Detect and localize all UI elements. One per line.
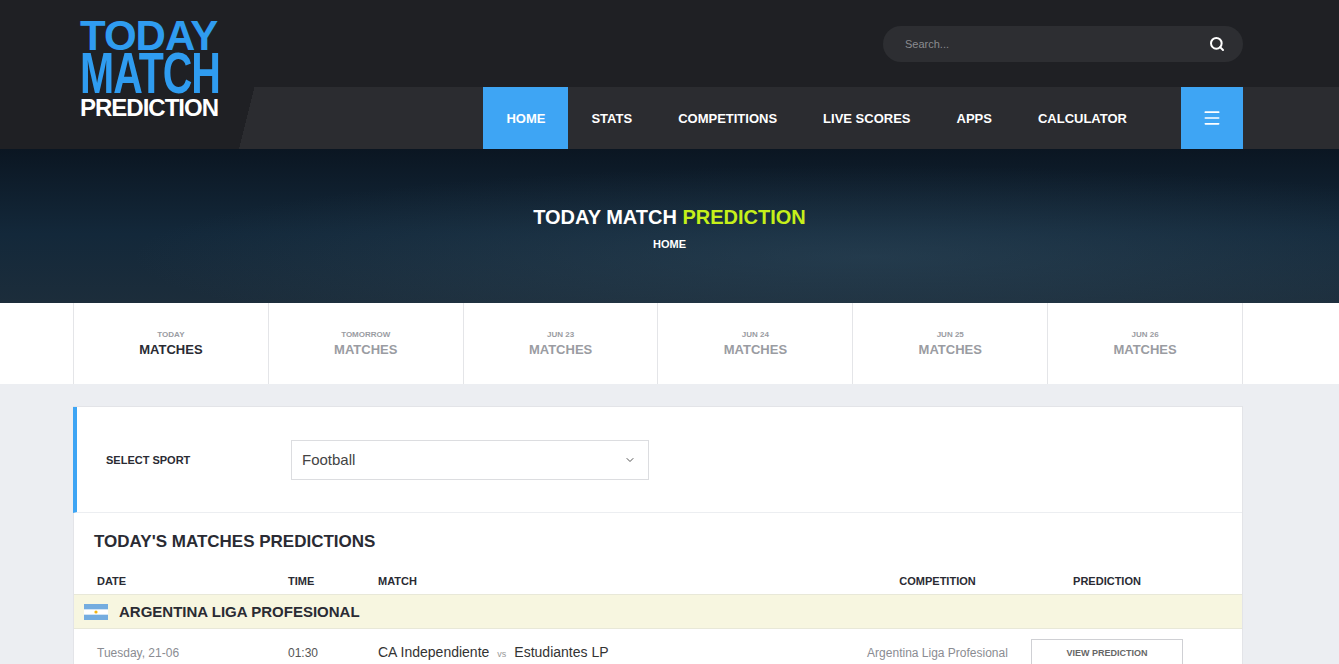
- search-box: [883, 26, 1243, 62]
- page: TODAYMATCHPREDICTIONHOMESTATSCOMPETITION…: [0, 0, 1339, 664]
- date-tab[interactable]: TODAYMATCHES: [73, 303, 268, 384]
- search-input[interactable]: [903, 37, 1209, 51]
- hero-banner: TODAY MATCH PREDICTION HOME: [0, 149, 1339, 303]
- date-tab[interactable]: JUN 26MATCHES: [1047, 303, 1242, 384]
- date-tab[interactable]: JUN 25MATCHES: [852, 303, 1047, 384]
- chevron-down-icon: [624, 454, 636, 466]
- column-header: MATCH: [378, 575, 860, 587]
- logo-text: TODAY: [80, 20, 273, 52]
- nav-item[interactable]: STATS: [568, 87, 655, 149]
- date-tab[interactable]: JUN 24MATCHES: [657, 303, 852, 384]
- nav-bar: HOMESTATSCOMPETITIONSLIVE SCORESAPPSCALC…: [273, 87, 1243, 149]
- sport-label: SELECT SPORT: [106, 454, 291, 466]
- hero-title: TODAY MATCH PREDICTION: [533, 206, 806, 229]
- column-header: TIME: [288, 575, 378, 587]
- time-cell: 01:30: [288, 639, 378, 660]
- column-header: PREDICTION: [1015, 575, 1199, 587]
- nav-item[interactable]: CALCULATOR: [1015, 87, 1150, 149]
- nav-item[interactable]: HOME: [483, 87, 568, 149]
- nav-item[interactable]: COMPETITIONS: [655, 87, 800, 149]
- competition-cell: Argentina Liga Profesional: [860, 639, 1015, 660]
- date-tab[interactable]: JUN 23MATCHES: [463, 303, 658, 384]
- table-header: DATETIMEMATCHCOMPETITIONPREDICTION: [74, 552, 1242, 594]
- match-row: Tuesday, 21-0601:30CA IndependientevsEst…: [74, 629, 1242, 664]
- section-title: TODAY'S MATCHES PREDICTIONS: [74, 513, 1242, 552]
- date-tabs: TODAYMATCHESTOMORROWMATCHESJUN 23MATCHES…: [0, 303, 1339, 384]
- match-cell[interactable]: CA IndependientevsEstudiantes LP: [378, 639, 860, 660]
- sport-select[interactable]: Football: [291, 440, 649, 480]
- menu-icon: [1202, 108, 1222, 128]
- nav-item[interactable]: LIVE SCORES: [800, 87, 933, 149]
- logo-text: PREDICTION: [80, 97, 273, 119]
- argentina-flag-icon: [84, 604, 108, 620]
- league-row: ARGENTINA LIGA PROFESIONAL: [74, 594, 1242, 629]
- column-header: COMPETITION: [860, 575, 1015, 587]
- header: TODAYMATCHPREDICTIONHOMESTATSCOMPETITION…: [0, 0, 1339, 149]
- logo-text: MATCH: [80, 52, 273, 95]
- sport-filter: SELECT SPORTFootball: [73, 407, 1242, 513]
- logo[interactable]: TODAYMATCHPREDICTION: [73, 0, 273, 149]
- date-cell: Tuesday, 21-06: [97, 639, 288, 660]
- nav-item[interactable]: APPS: [934, 87, 1015, 149]
- league-group: ARGENTINA LIGA PROFESIONALTuesday, 21-06…: [74, 594, 1242, 664]
- search-icon[interactable]: [1209, 36, 1225, 52]
- view-prediction-button[interactable]: VIEW PREDICTION: [1031, 639, 1183, 664]
- menu-button[interactable]: [1181, 87, 1243, 149]
- predictions-card: SELECT SPORTFootballTODAY'S MATCHES PRED…: [73, 406, 1243, 664]
- column-header: DATE: [97, 575, 288, 587]
- breadcrumb[interactable]: HOME: [653, 238, 686, 250]
- date-tab[interactable]: TOMORROWMATCHES: [268, 303, 463, 384]
